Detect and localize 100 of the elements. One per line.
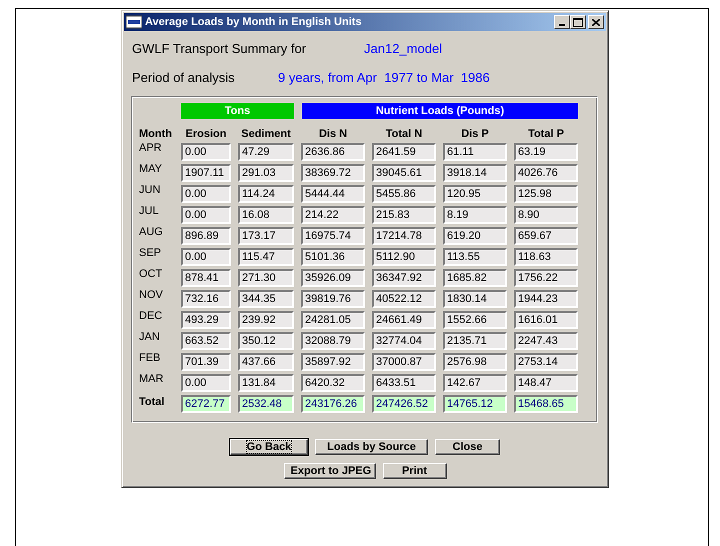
value-field: 619.20 [443,227,507,245]
value-field: 0.00 [181,185,231,203]
value-field: 1756.22 [514,269,578,287]
value-field: 0.00 [181,248,231,266]
value-field: 8.19 [443,206,507,224]
summary-label: GWLF Transport Summary for [132,40,308,56]
value-field: 113.55 [443,248,507,266]
month-label: SEP [139,247,162,259]
action-button[interactable]: Export to JPEG [284,463,376,479]
period-value: 9 years, from Apr 1977 to Mar 1986 [278,70,490,84]
value-field: 63.19 [514,143,578,161]
value-field: 3918.14 [443,164,507,182]
value-field: 38369.72 [301,164,365,182]
minimize-button[interactable] [554,15,570,29]
column-header: Dis N [318,128,348,140]
value-field: 16975.74 [301,227,365,245]
month-label: MAR [139,373,164,385]
value-field: 24661.49 [372,311,436,329]
total-field: 6272.77 [181,395,231,413]
value-field: 39819.76 [301,290,365,308]
column-header: Month [139,128,173,140]
value-field: 2641.59 [372,143,436,161]
value-field: 271.30 [238,269,294,287]
column-header: Dis P [460,128,490,140]
value-field: 32088.79 [301,332,365,350]
value-field: 24281.05 [301,311,365,329]
month-label: NOV [139,289,164,301]
value-field: 6420.32 [301,374,365,392]
month-label: JUN [139,184,162,196]
group-header: Tons [181,103,294,119]
month-label: OCT [139,268,164,280]
value-field: 1552.66 [443,311,507,329]
value-field: 1944.23 [514,290,578,308]
value-field: 125.98 [514,185,578,203]
value-field: 148.47 [514,374,578,392]
maximize-button[interactable] [570,15,586,29]
value-field: 35897.92 [301,353,365,371]
column-header: Total P [527,128,565,140]
column-header: Erosion [184,128,228,140]
value-field: 8.90 [514,206,578,224]
value-field: 0.00 [181,374,231,392]
value-field: 659.67 [514,227,578,245]
value-field: 2247.43 [514,332,578,350]
value-field: 732.16 [181,290,231,308]
action-button[interactable]: Go Back [230,439,308,455]
value-field: 2636.86 [301,143,365,161]
value-field: 115.47 [238,248,294,266]
value-field: 5455.86 [372,185,436,203]
value-field: 2135.71 [443,332,507,350]
value-field: 1907.11 [181,164,231,182]
value-field: 0.00 [181,206,231,224]
value-field: 2576.98 [443,353,507,371]
value-field: 35926.09 [301,269,365,287]
value-field: 5112.90 [372,248,436,266]
value-field: 39045.61 [372,164,436,182]
maximize-icon [573,18,583,26]
value-field: 120.95 [443,185,507,203]
column-header: Sediment [240,128,292,140]
value-field: 1685.82 [443,269,507,287]
value-field: 142.67 [443,374,507,392]
value-field: 493.29 [181,311,231,329]
period-label: Period of analysis [132,70,236,84]
value-field: 1830.14 [443,290,507,308]
value-field: 173.17 [238,227,294,245]
value-field: 1616.01 [514,311,578,329]
value-field: 61.11 [443,143,507,161]
value-field: 37000.87 [372,353,436,371]
month-label: AUG [139,226,164,238]
model-name: Jan12_model [364,40,442,56]
value-field: 701.39 [181,353,231,371]
close-button[interactable] [588,15,604,29]
column-header: Total N [384,128,424,140]
value-field: 2753.14 [514,353,578,371]
value-field: 32774.04 [372,332,436,350]
value-field: 0.00 [181,143,231,161]
month-label: FEB [139,352,162,364]
value-field: 896.89 [181,227,231,245]
value-field: 36347.92 [372,269,436,287]
month-label: APR [139,142,163,154]
total-field: 247426.52 [372,395,436,413]
value-field: 663.52 [181,332,231,350]
group-header: Nutrient Loads (Pounds) [302,103,578,119]
window-title: Average Loads by Month in English Units [145,16,363,28]
value-field: 114.24 [238,185,294,203]
value-field: 16.08 [238,206,294,224]
value-field: 214.22 [301,206,365,224]
value-field: 40522.12 [372,290,436,308]
value-field: 4026.76 [514,164,578,182]
value-field: 47.29 [238,143,294,161]
total-label: Total [139,396,166,408]
value-field: 878.41 [181,269,231,287]
action-button[interactable]: Loads by Source [315,439,428,455]
value-field: 350.12 [238,332,294,350]
close-icon [592,18,600,26]
month-label: JAN [139,331,161,343]
value-field: 6433.51 [372,374,436,392]
value-field: 5101.36 [301,248,365,266]
action-button[interactable]: Print [382,463,446,479]
action-button[interactable]: Close [435,439,500,455]
total-field: 15468.65 [514,395,578,413]
